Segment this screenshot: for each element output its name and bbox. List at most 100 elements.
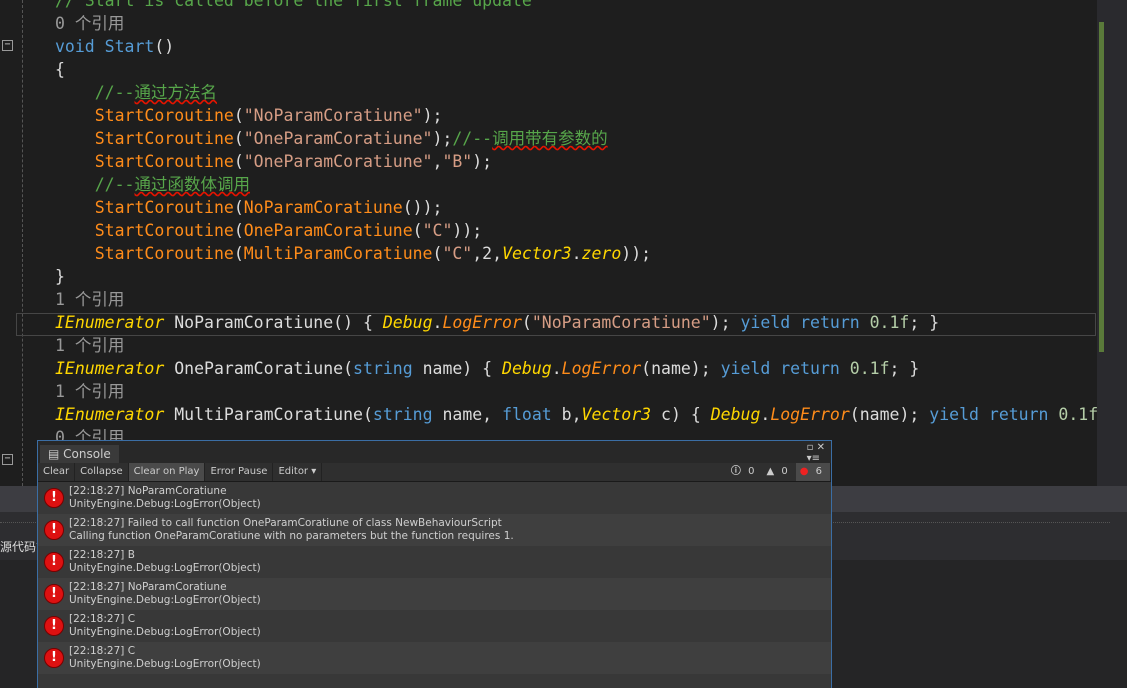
maximize-icon[interactable]: ▫ [807, 442, 814, 453]
code-token: Start [104, 37, 155, 56]
toolbar-button-clear[interactable]: Clear [38, 463, 76, 481]
code-token: { [55, 60, 65, 79]
code-token: yield return [720, 359, 850, 378]
code-token: 0.1f [849, 359, 890, 378]
code-line[interactable]: StartCoroutine("OneParamCoratiune");//--… [55, 127, 608, 150]
code-line[interactable]: 0 个引用 [55, 12, 124, 35]
indent-guide [22, 0, 23, 486]
code-editor[interactable]: − − // Start is called before the first … [0, 0, 1097, 486]
code-line[interactable]: StartCoroutine(MultiParamCoratiune("C",2… [55, 242, 651, 265]
toolbar-button-clear-on-play[interactable]: Clear on Play [128, 463, 206, 481]
code-token: ); [472, 152, 493, 171]
code-line[interactable]: { [55, 58, 65, 81]
code-line[interactable]: //--通过方法名 [55, 81, 217, 104]
code-token: void [55, 37, 105, 56]
fold-collapse-icon[interactable]: − [2, 454, 13, 465]
code-token: yield return [929, 405, 1059, 424]
code-token: float [502, 405, 552, 424]
code-token: Debug [382, 313, 433, 332]
log-entry[interactable]: ! [22:18:27] C UnityEngine.Debug:LogError(… [38, 610, 831, 642]
log-message: [22:18:27] NoParamCoratiune [69, 581, 227, 593]
log-entry[interactable]: ! [22:18:27] B UnityEngine.Debug:LogError(… [38, 546, 831, 578]
code-token: // Start is called before the first fram… [55, 0, 532, 10]
code-token: StartCoroutine [55, 106, 234, 125]
scrollbar-minimap[interactable] [1097, 0, 1127, 486]
toolbar-button-collapse[interactable]: Collapse [75, 463, 129, 481]
code-token: IEnumerator [55, 313, 165, 332]
code-line[interactable]: IEnumerator NoParamCoratiune() { Debug.L… [55, 311, 939, 334]
code-token: 1 个引用 [55, 382, 125, 401]
code-token: 0.1f [1058, 405, 1097, 424]
fold-collapse-icon[interactable]: − [2, 40, 13, 51]
code-token: 0.1f [869, 313, 910, 332]
code-token: ( [233, 129, 244, 148]
change-bar [1099, 22, 1104, 352]
code-line[interactable]: } [55, 265, 65, 288]
code-token: StartCoroutine [55, 221, 234, 240]
code-token: "C" [442, 244, 473, 263]
code-token: //-- [452, 129, 493, 148]
error-icon: ● [799, 466, 809, 477]
code-token: 调用带有参数的 [492, 129, 608, 148]
code-token: NoParamCoratiune() { [164, 313, 383, 332]
log-entry[interactable]: ! [22:18:27] C UnityEngine.Debug:LogError(… [38, 642, 831, 674]
code-token: 1 个引用 [55, 290, 125, 309]
error-icon: ! [44, 520, 64, 540]
code-token: ( [233, 106, 244, 125]
code-token: StartCoroutine [55, 198, 234, 217]
code-token: ; } [889, 359, 920, 378]
code-token: Debug [710, 405, 761, 424]
code-line[interactable]: 1 个引用 [55, 288, 124, 311]
code-line[interactable]: void Start() [55, 35, 174, 58]
code-token: . [551, 359, 562, 378]
error-count-toggle[interactable]: ● 6 [795, 463, 831, 481]
log-stacktrace: UnityEngine.Debug:LogError(Object) [69, 626, 261, 638]
code-line[interactable]: StartCoroutine("NoParamCoratiune"); [55, 104, 443, 127]
code-token: StartCoroutine [55, 244, 234, 263]
code-token: StartCoroutine [55, 129, 234, 148]
code-line[interactable]: StartCoroutine(OneParamCoratiune("C")); [55, 219, 482, 242]
log-message: [22:18:27] NoParamCoratiune [69, 485, 227, 497]
code-line[interactable]: // Start is called before the first fram… [55, 0, 532, 12]
code-token: b, [551, 405, 582, 424]
code-token: )); [621, 244, 652, 263]
warning-icon: ▲ [766, 466, 775, 477]
code-line[interactable]: IEnumerator OneParamCoratiune(string nam… [55, 357, 919, 380]
code-token: NoParamCoratiune [243, 198, 403, 217]
error-icon: ! [44, 488, 64, 508]
close-icon[interactable]: ✕ [817, 442, 825, 453]
code-token: Debug [502, 359, 552, 378]
code-token: (name); [849, 405, 930, 424]
code-line[interactable]: 1 个引用 [55, 334, 124, 357]
log-stacktrace: UnityEngine.Debug:LogError(Object) [69, 498, 261, 510]
code-line[interactable]: StartCoroutine("OneParamCoratiune","B"); [55, 150, 492, 173]
tab-console[interactable]: ▤ Console [40, 445, 119, 463]
toolbar-button-editor[interactable]: Editor ▾ [273, 463, 323, 481]
console-icon: ▤ [48, 447, 64, 461]
menu-icon[interactable]: ▾≡ [807, 453, 820, 464]
code-token: 通过函数体调用 [134, 175, 250, 194]
log-entry[interactable]: ! [22:18:27] NoParamCoratiune UnityEngine.… [38, 482, 831, 514]
warning-count-toggle[interactable]: ▲ 0 [762, 463, 795, 481]
log-message: [22:18:27] B [69, 549, 135, 561]
code-token: ( [233, 198, 244, 217]
code-token: "OneParamCoratiune" [243, 152, 433, 171]
code-token: ( [412, 221, 423, 240]
code-line[interactable]: //--通过函数体调用 [55, 173, 250, 196]
info-count-toggle[interactable]: ⓘ 0 [727, 463, 763, 481]
log-message: [22:18:27] C [69, 645, 136, 657]
code-token: name) { [412, 359, 503, 378]
info-icon: ⓘ [730, 466, 741, 477]
log-entry[interactable]: ! [22:18:27] NoParamCoratiune UnityEngine.… [38, 578, 831, 610]
toolbar-button-error-pause[interactable]: Error Pause [205, 463, 274, 481]
code-token: "NoParamCoratiune" [531, 313, 711, 332]
code-line[interactable]: StartCoroutine(NoParamCoratiune()); [55, 196, 443, 219]
log-entry[interactable]: ! [22:18:27] Failed to call function OneP… [38, 514, 831, 546]
code-token: ( [521, 313, 532, 332]
code-line[interactable]: IEnumerator MultiParamCoratiune(string n… [55, 403, 1097, 426]
error-icon: ! [44, 616, 64, 636]
code-token: ; } [909, 313, 940, 332]
code-line[interactable]: 1 个引用 [55, 380, 124, 403]
log-stacktrace: Calling function OneParamCoratiune with … [69, 530, 514, 542]
code-token: ); [710, 313, 741, 332]
